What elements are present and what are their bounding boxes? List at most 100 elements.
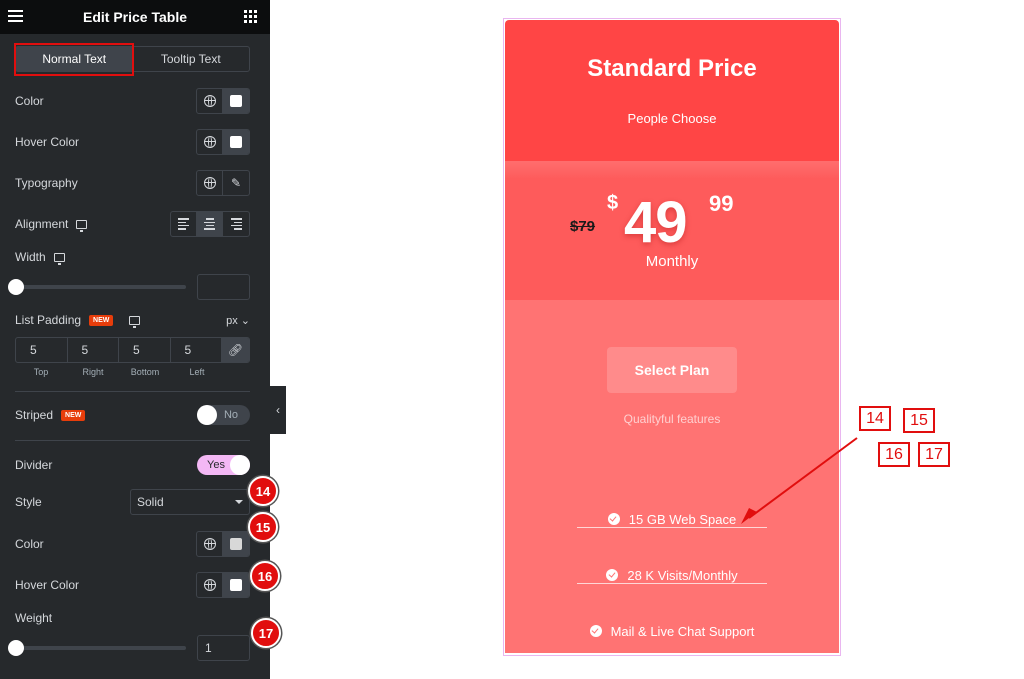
padding-bottom-input[interactable]: 5 — [119, 338, 171, 362]
editor-panel: Edit Price Table Normal Text Tooltip Tex… — [0, 0, 270, 679]
alignment-control: Alignment — [15, 211, 250, 237]
panel-title: Edit Price Table — [83, 9, 187, 25]
feature-divider — [577, 583, 767, 584]
striped-label: Striped — [15, 408, 54, 422]
align-right-icon — [230, 218, 242, 230]
divider-control: Divider Yes — [15, 455, 250, 475]
padding-top-input[interactable]: 5 — [16, 338, 68, 362]
globe-icon — [203, 538, 216, 550]
hover-color-picker-button[interactable] — [223, 130, 249, 154]
weight-input[interactable]: 1 — [197, 635, 250, 661]
link-icon: 🔗︎ — [227, 343, 244, 357]
align-left-button[interactable] — [171, 212, 197, 236]
color-label: Color — [15, 94, 44, 108]
divider-color-picker-button[interactable] — [223, 532, 249, 556]
globe-icon — [203, 136, 216, 148]
check-circle-icon — [589, 625, 602, 637]
striped-toggle[interactable]: No — [197, 405, 250, 425]
collapse-panel-button[interactable]: ‹ — [270, 386, 286, 434]
padding-left-input[interactable]: 5 — [171, 338, 222, 362]
width-control: Width — [15, 250, 250, 265]
divider-hover-color-label: Hover Color — [15, 578, 80, 592]
apps-grid-icon[interactable] — [244, 10, 257, 23]
hamburger-icon[interactable] — [8, 10, 23, 22]
right-label: Right — [82, 367, 104, 377]
typography-control: Typography ✎ — [15, 170, 250, 196]
text-tabs: Normal Text Tooltip Text — [15, 46, 250, 72]
price-cents: 99 — [709, 191, 734, 216]
price-section: $79 $ 49 99 Monthly — [505, 161, 839, 300]
price-table-card: Standard Price People Choose $79 $ 49 99… — [503, 18, 841, 656]
unit-selector[interactable]: px ⌄ — [226, 314, 250, 327]
style-control: Style Solid — [15, 489, 250, 515]
divider-hover-color-control: Hover Color — [15, 572, 250, 598]
tab-tooltip-text[interactable]: Tooltip Text — [133, 47, 250, 71]
chevron-left-icon: ‹ — [276, 403, 280, 417]
plan-subtitle: People Choose — [627, 111, 717, 126]
divider-color-control: Color — [15, 531, 250, 557]
color-swatch — [230, 95, 242, 107]
global-colors-button[interactable] — [197, 573, 223, 597]
section-divider — [15, 391, 250, 392]
slider-handle[interactable] — [8, 279, 24, 295]
step-marker-16: 16 — [250, 561, 280, 591]
price-amount: 49 — [624, 190, 688, 255]
color-picker-button[interactable] — [223, 89, 249, 113]
new-badge: NEW — [89, 314, 114, 326]
divider-toggle[interactable]: Yes — [197, 455, 250, 475]
divider-hover-color-picker-button[interactable] — [223, 573, 249, 597]
section-divider — [15, 440, 250, 441]
alignment-label: Alignment — [15, 217, 69, 231]
divider-color-label: Color — [15, 537, 44, 551]
hover-color-control: Hover Color — [15, 129, 250, 155]
desktop-icon[interactable] — [53, 252, 65, 265]
desktop-icon[interactable] — [76, 219, 88, 232]
pencil-icon: ✎ — [230, 176, 242, 190]
slider-handle[interactable] — [8, 640, 24, 656]
global-colors-button[interactable] — [197, 89, 223, 113]
annotation-label-17: 17 — [918, 442, 950, 467]
desktop-icon[interactable] — [129, 315, 141, 328]
panel-header: Edit Price Table — [0, 0, 270, 34]
align-left-icon — [178, 218, 189, 230]
padding-right-input[interactable]: 5 — [68, 338, 119, 362]
link-values-button[interactable]: 🔗︎ — [222, 338, 249, 362]
global-colors-button[interactable] — [197, 130, 223, 154]
list-padding-control: List Padding NEW px ⌄ — [15, 313, 250, 328]
select-plan-button[interactable]: Select Plan — [607, 347, 737, 393]
align-center-icon — [204, 218, 215, 230]
step-marker-15: 15 — [248, 512, 278, 542]
plan-title: Standard Price — [587, 55, 757, 82]
check-circle-icon — [607, 513, 620, 525]
toggle-knob — [197, 405, 217, 425]
feature-item: Mail & Live Chat Support — [577, 603, 767, 659]
align-center-button[interactable] — [197, 212, 223, 236]
globe-icon — [203, 579, 216, 591]
striped-control: Striped NEW No — [15, 405, 250, 425]
annotation-label-16: 16 — [878, 442, 910, 467]
weight-slider[interactable] — [8, 640, 186, 656]
style-label: Style — [15, 495, 42, 509]
global-typography-button[interactable] — [197, 171, 223, 195]
check-circle-icon — [606, 569, 619, 581]
left-label: Left — [189, 367, 205, 377]
step-marker-17: 17 — [251, 618, 281, 648]
top-label: Top — [33, 367, 49, 377]
annotation-label-15: 15 — [903, 408, 935, 433]
style-select[interactable]: Solid — [130, 489, 250, 515]
annotation-arrow — [741, 437, 858, 524]
list-padding-label: List Padding — [15, 313, 82, 327]
tab-normal-text[interactable]: Normal Text — [16, 47, 133, 71]
width-input[interactable] — [197, 274, 250, 300]
feature-item: 28 K Visits/Monthly — [577, 547, 767, 603]
card-header: Standard Price People Choose — [505, 20, 839, 161]
color-control: Color — [15, 88, 250, 114]
global-colors-button[interactable] — [197, 532, 223, 556]
edit-typography-button[interactable]: ✎ — [223, 171, 249, 195]
align-right-button[interactable] — [223, 212, 249, 236]
width-slider[interactable] — [8, 279, 186, 295]
padding-labels: Top Right Bottom Left — [15, 367, 223, 377]
typography-label: Typography — [15, 176, 78, 190]
features-title: Qualityful features — [623, 412, 721, 426]
hover-color-label: Hover Color — [15, 135, 80, 149]
